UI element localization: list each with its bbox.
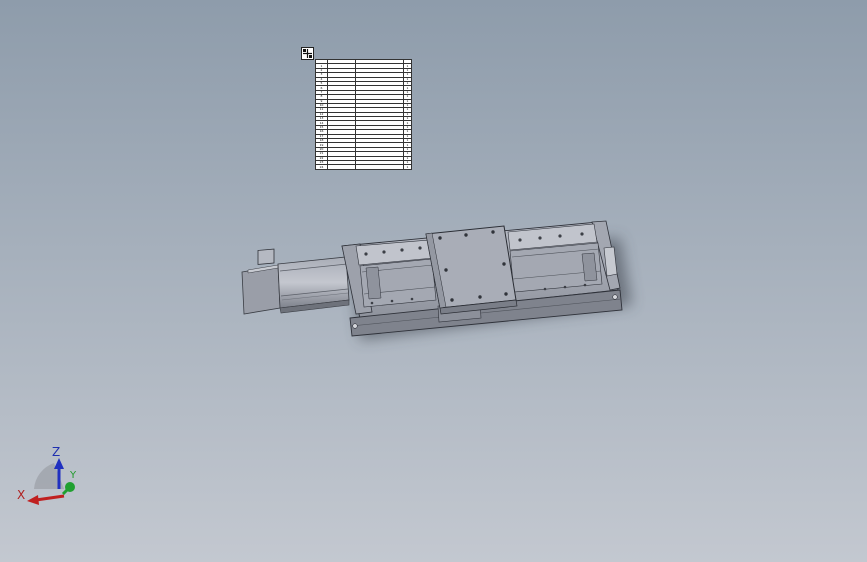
triad-x-label: X bbox=[17, 488, 26, 502]
motor-body bbox=[277, 256, 350, 314]
linear-module-model[interactable] bbox=[0, 0, 867, 562]
graphics-viewport[interactable]: 1 1 2 1 3 1 4 1 5 1 6 1 7 1 8 1 9 1 10 1 11 1 12 1 13 1 14 1 15 1 16 1 1… bbox=[0, 0, 867, 562]
triad-x-axis bbox=[35, 494, 65, 502]
motor-end-cap bbox=[241, 248, 281, 315]
triad-z-label: Z bbox=[52, 445, 61, 459]
carriage-plate bbox=[425, 225, 518, 315]
triad-y-label: Y bbox=[70, 470, 77, 481]
